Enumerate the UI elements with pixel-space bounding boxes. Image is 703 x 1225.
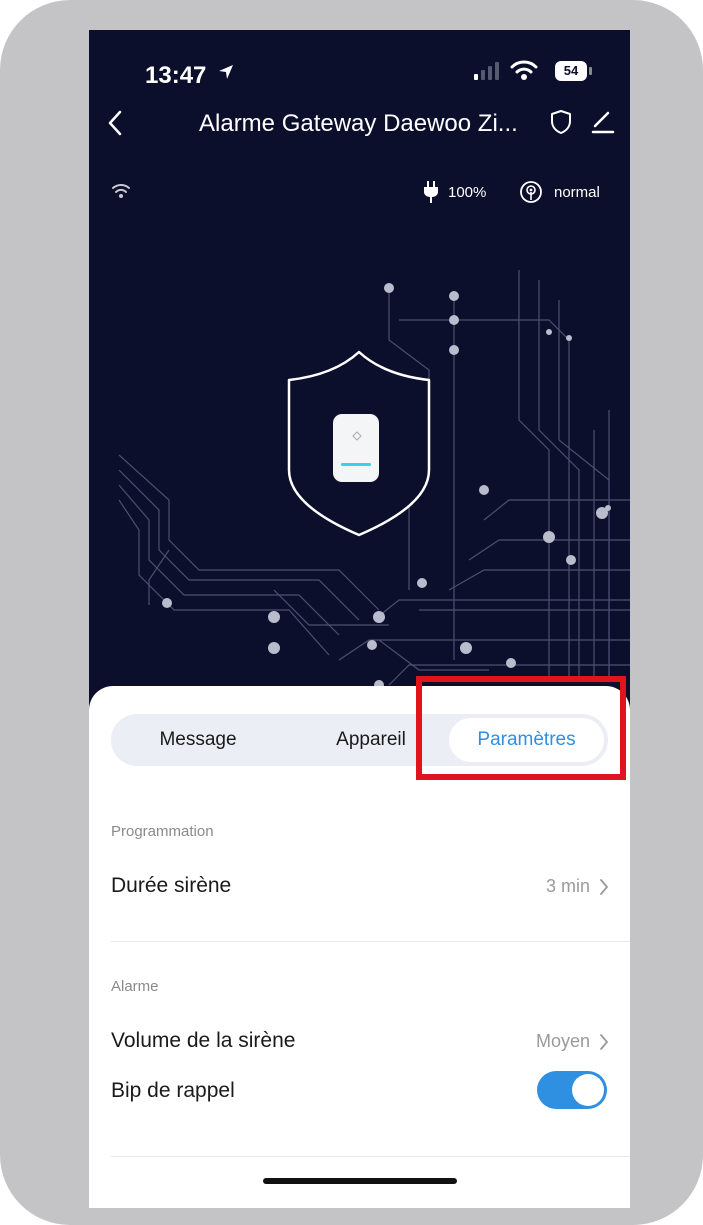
connection-wifi-icon bbox=[112, 184, 130, 198]
power-plug-icon bbox=[424, 181, 438, 203]
edit-pencil-icon[interactable] bbox=[591, 108, 615, 134]
page-title: Alarme Gateway Daewoo Zi... bbox=[199, 110, 518, 137]
back-chevron-icon[interactable] bbox=[107, 110, 123, 136]
bip-rappel-label: Bip de rappel bbox=[111, 1079, 235, 1102]
app-screen: 13:47 54 Alarme Gateway Daewoo Zi... 100… bbox=[89, 30, 630, 1208]
home-indicator[interactable] bbox=[263, 1178, 457, 1184]
bip-rappel-toggle[interactable] bbox=[537, 1071, 607, 1109]
signal-status: normal bbox=[554, 184, 600, 201]
duree-sirene-value: 3 min bbox=[545, 876, 590, 896]
volume-sirene-value: Moyen bbox=[535, 1031, 590, 1051]
section-alarme: Alarme bbox=[111, 978, 159, 995]
chevron-right-icon bbox=[600, 879, 608, 895]
device-illustration bbox=[118, 270, 630, 690]
status-time: 13:47 bbox=[145, 62, 207, 89]
battery-level: 54 bbox=[563, 63, 579, 78]
duree-sirene-label: Durée sirène bbox=[111, 874, 232, 897]
divider bbox=[111, 1156, 630, 1157]
cellular-signal-icon bbox=[474, 62, 499, 80]
divider bbox=[111, 941, 630, 942]
shield-icon[interactable] bbox=[550, 109, 572, 135]
volume-sirene-label: Volume de la sirène bbox=[111, 1029, 296, 1052]
power-level: 100% bbox=[448, 184, 487, 201]
signal-strength-icon bbox=[520, 181, 542, 203]
location-arrow-icon bbox=[219, 65, 233, 79]
tab-message[interactable]: Message bbox=[133, 714, 263, 766]
wifi-status-icon bbox=[510, 60, 538, 80]
chevron-right-icon bbox=[600, 1034, 608, 1050]
toggle-knob bbox=[572, 1074, 604, 1106]
section-programmation: Programmation bbox=[111, 823, 214, 840]
highlight-box bbox=[416, 676, 626, 780]
